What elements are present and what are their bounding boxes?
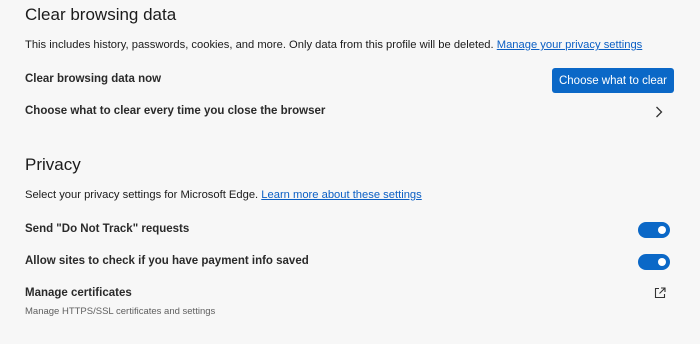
choose-what-to-clear-button[interactable]: Choose what to clear xyxy=(552,68,674,93)
manage-privacy-settings-link[interactable]: Manage your privacy settings xyxy=(497,39,643,51)
clear-browsing-data-description: This includes history, passwords, cookie… xyxy=(25,39,642,51)
chevron-right-icon[interactable] xyxy=(649,102,669,122)
settings-page: Clear browsing data This includes histor… xyxy=(0,0,700,344)
privacy-heading: Privacy xyxy=(25,155,81,174)
clear-browsing-data-now-label: Clear browsing data now xyxy=(25,73,162,85)
privacy-description-text: Select your privacy settings for Microso… xyxy=(25,189,259,201)
clear-description-text: This includes history, passwords, cookie… xyxy=(25,39,494,51)
privacy-description: Select your privacy settings for Microso… xyxy=(25,189,422,201)
clear-browsing-data-heading: Clear browsing data xyxy=(25,5,177,24)
toggle-knob xyxy=(658,226,666,234)
learn-more-settings-link[interactable]: Learn more about these settings xyxy=(261,189,421,201)
manage-certificates-sublabel: Manage HTTPS/SSL certificates and settin… xyxy=(25,306,216,317)
toggle-knob xyxy=(658,258,666,266)
clear-on-close-label[interactable]: Choose what to clear every time you clos… xyxy=(25,105,325,117)
manage-certificates-label[interactable]: Manage certificates xyxy=(25,287,132,299)
payment-info-label: Allow sites to check if you have payment… xyxy=(25,255,309,267)
external-link-icon[interactable] xyxy=(650,283,670,303)
do-not-track-label: Send "Do Not Track" requests xyxy=(25,223,190,235)
payment-info-toggle[interactable] xyxy=(638,254,670,270)
do-not-track-toggle[interactable] xyxy=(638,222,670,238)
